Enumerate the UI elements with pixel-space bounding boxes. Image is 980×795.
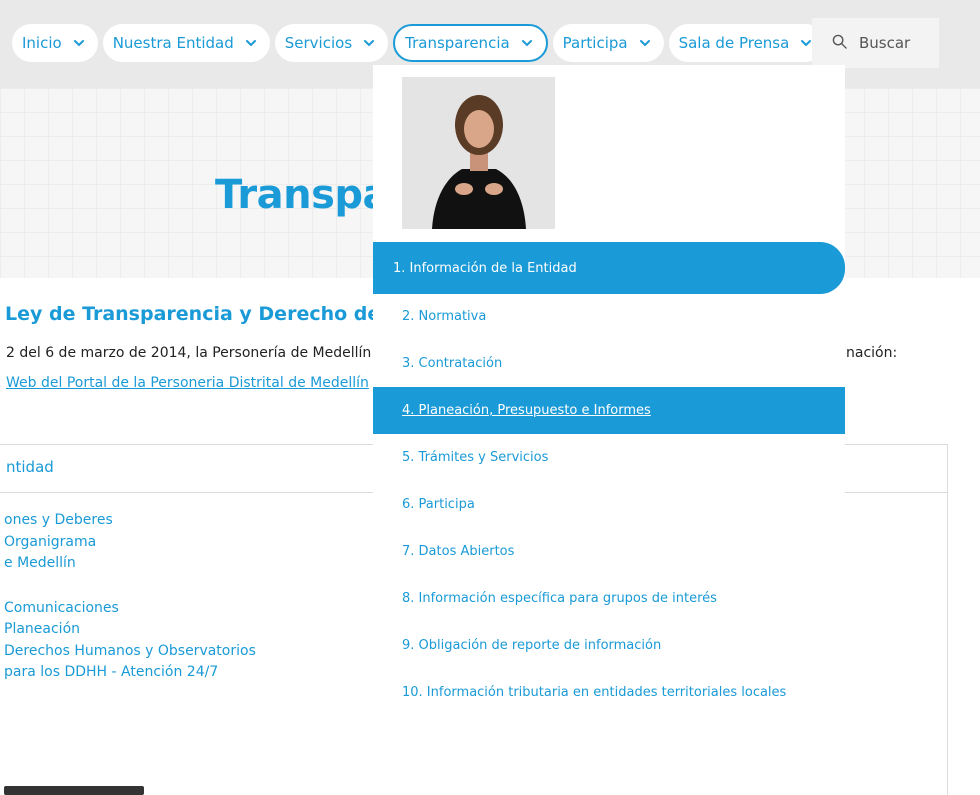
chevron-down-icon bbox=[360, 34, 378, 52]
chevron-down-icon bbox=[242, 34, 260, 52]
dropdown-item-participa[interactable]: 6. Participa bbox=[373, 481, 845, 528]
dropdown-item-label: 4. Planeación, Presupuesto e Informes bbox=[402, 403, 651, 418]
dropdown-item-label: 1. Información de la Entidad bbox=[393, 260, 577, 276]
section-text: 2 del 6 de marzo de 2014, la Personería … bbox=[6, 345, 372, 361]
page-title: Transparencia bbox=[215, 172, 375, 218]
list-item[interactable]: Organigrama bbox=[4, 532, 372, 554]
dropdown-item-label: 6. Participa bbox=[402, 497, 475, 512]
list-item[interactable]: Derechos Humanos y Observatorios bbox=[4, 641, 372, 663]
nav-item-label: Sala de Prensa bbox=[678, 34, 790, 52]
panel-heading[interactable]: ntidad bbox=[6, 458, 372, 476]
dropdown-item-informacion-entidad[interactable]: 1. Información de la Entidad bbox=[373, 242, 845, 294]
dropdown-item-label: 10. Información tributaria en entidades … bbox=[402, 685, 787, 700]
dropdown-item-grupos-interes[interactable]: 8. Información específica para grupos de… bbox=[373, 575, 845, 622]
nav-item-label: Participa bbox=[562, 34, 628, 52]
list-item[interactable]: e Medellín bbox=[4, 553, 372, 575]
dropdown-item-reporte-informacion[interactable]: 9. Obligación de reporte de información bbox=[373, 622, 845, 669]
dropdown-item-informacion-tributaria[interactable]: 10. Información tributaria en entidades … bbox=[373, 669, 845, 716]
nav-item-nuestra-entidad[interactable]: Nuestra Entidad bbox=[102, 24, 270, 62]
panel-list: ones y Deberes Organigrama e Medellín Co… bbox=[4, 510, 372, 684]
presenter-photo bbox=[402, 77, 555, 229]
nav-item-sala-de-prensa[interactable]: Sala de Prensa bbox=[668, 24, 826, 62]
dropdown-item-normativa[interactable]: 2. Normativa bbox=[373, 293, 845, 340]
list-item[interactable]: para los DDHH - Atención 24/7 bbox=[4, 662, 372, 684]
list-item[interactable]: Comunicaciones bbox=[4, 598, 372, 620]
dropdown-item-datos-abiertos[interactable]: 7. Datos Abiertos bbox=[373, 528, 845, 575]
chevron-down-icon bbox=[636, 34, 654, 52]
nav-item-label: Inicio bbox=[22, 34, 62, 52]
nav-item-transparencia[interactable]: Transparencia bbox=[393, 24, 548, 62]
search-button[interactable]: Buscar bbox=[812, 18, 939, 68]
search-icon bbox=[832, 34, 847, 53]
dropdown-item-contratacion[interactable]: 3. Contratación bbox=[373, 340, 845, 387]
list-item[interactable]: ones y Deberes bbox=[4, 510, 372, 532]
nav-item-label: Servicios bbox=[284, 34, 353, 52]
section-title: Ley de Transparencia y Derecho de bbox=[5, 303, 373, 325]
portal-link[interactable]: Web del Portal de la Personeria Distrita… bbox=[6, 375, 372, 391]
dropdown-item-label: 7. Datos Abiertos bbox=[402, 544, 515, 559]
dropdown-item-label: 8. Información específica para grupos de… bbox=[402, 591, 717, 606]
list-item[interactable]: Planeación bbox=[4, 619, 372, 641]
status-tooltip bbox=[4, 786, 144, 795]
transparencia-dropdown-menu: 1. Información de la Entidad 2. Normativ… bbox=[373, 65, 845, 705]
dropdown-item-planeacion[interactable]: 4. Planeación, Presupuesto e Informes bbox=[373, 387, 845, 434]
dropdown-item-tramites[interactable]: 5. Trámites y Servicios bbox=[373, 434, 845, 481]
dropdown-item-label: 3. Contratación bbox=[402, 356, 503, 371]
dropdown-item-label: 2. Normativa bbox=[402, 309, 487, 324]
search-label: Buscar bbox=[859, 34, 911, 52]
nav-item-label: Transparencia bbox=[405, 34, 510, 52]
chevron-down-icon bbox=[518, 34, 536, 52]
dropdown-item-label: 5. Trámites y Servicios bbox=[402, 450, 549, 465]
nav-item-servicios[interactable]: Servicios bbox=[274, 24, 389, 62]
nav-item-label: Nuestra Entidad bbox=[112, 34, 234, 52]
section-text-tail: nación: bbox=[846, 345, 898, 361]
dropdown-item-label: 9. Obligación de reporte de información bbox=[402, 638, 662, 653]
nav-item-inicio[interactable]: Inicio bbox=[12, 24, 98, 62]
nav-item-participa[interactable]: Participa bbox=[552, 24, 664, 62]
chevron-down-icon bbox=[70, 34, 88, 52]
main-nav: Inicio Nuestra Entidad Servicios Transpa… bbox=[12, 24, 826, 62]
